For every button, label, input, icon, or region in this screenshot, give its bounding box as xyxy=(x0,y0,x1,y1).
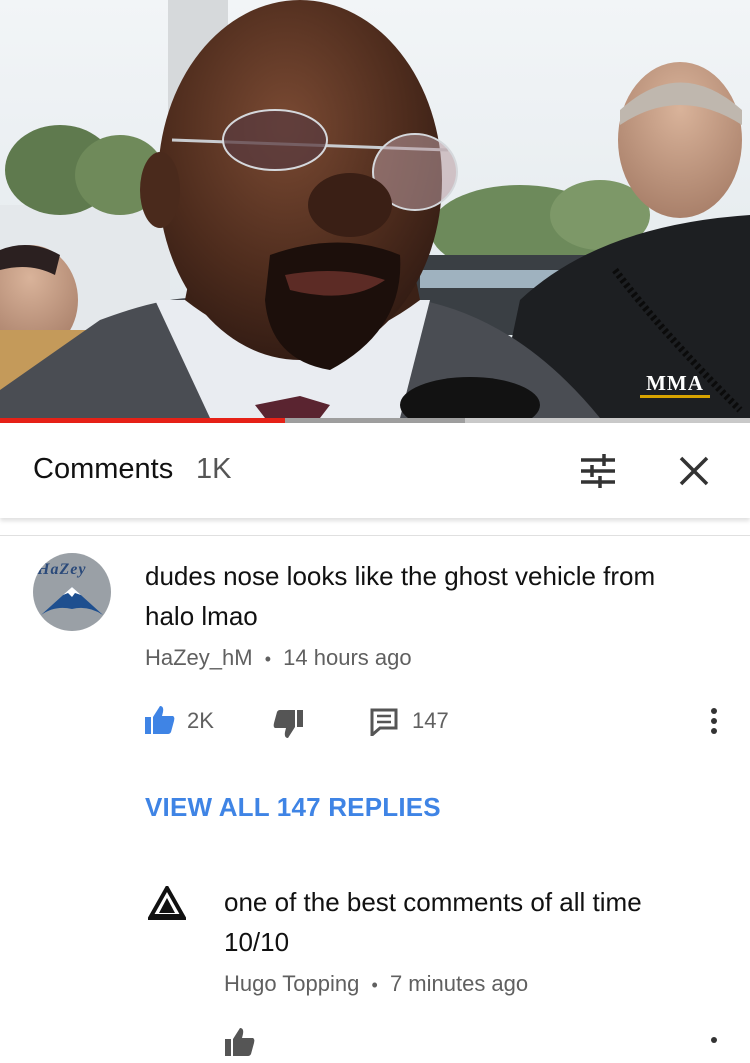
meta-separator: • xyxy=(371,975,378,995)
like-button[interactable] xyxy=(224,1026,256,1063)
more-vert-icon xyxy=(711,708,717,734)
like-count: 2K xyxy=(187,708,214,733)
comment-icon xyxy=(370,708,398,739)
like-button[interactable] xyxy=(144,704,176,741)
comment-author[interactable]: Hugo Topping xyxy=(224,971,359,996)
thumbs-up-icon xyxy=(145,706,175,734)
comment-text-line: halo lmao xyxy=(145,601,258,631)
more-options-button[interactable] xyxy=(707,1032,721,1050)
avatar[interactable] xyxy=(146,883,188,922)
meta-separator: • xyxy=(264,649,272,669)
more-vert-icon xyxy=(711,1037,717,1043)
sort-button[interactable] xyxy=(578,451,618,491)
close-comments-button[interactable] xyxy=(674,451,714,491)
comment-time: 7 minutes ago xyxy=(389,971,529,996)
comments-count: 1K xyxy=(196,453,232,485)
header-divider xyxy=(0,535,750,536)
comments-title: Comments xyxy=(33,453,174,485)
comment-text-line: dudes nose looks like the ghost vehicle … xyxy=(145,561,656,591)
video-frame-image xyxy=(0,0,750,418)
mma-logo: MMA xyxy=(640,372,710,404)
triangle-logo-icon xyxy=(146,883,188,920)
comment-text-line: one of the best comments of all time xyxy=(224,887,642,917)
mountain-icon xyxy=(41,587,103,615)
more-options-button[interactable] xyxy=(707,707,721,742)
comment-text-line: 10/10 xyxy=(224,927,290,957)
comment-time: 14 hours ago xyxy=(283,645,412,670)
thumbs-up-icon xyxy=(225,1028,255,1056)
avatar[interactable]: HaZey xyxy=(33,553,111,631)
dislike-button[interactable] xyxy=(272,708,304,745)
comments-header: Comments 1K xyxy=(0,423,750,518)
video-player[interactable]: MMA xyxy=(0,0,750,418)
view-all-replies-link[interactable]: VIEW ALL 147 REPLIES xyxy=(145,792,441,823)
reply-count: 147 xyxy=(412,708,449,733)
close-icon xyxy=(679,456,709,486)
comment-author[interactable]: HaZey_hM xyxy=(145,645,253,670)
thumbs-down-icon xyxy=(273,710,303,738)
sort-filter-icon xyxy=(581,454,615,488)
reply-button[interactable] xyxy=(370,708,398,741)
